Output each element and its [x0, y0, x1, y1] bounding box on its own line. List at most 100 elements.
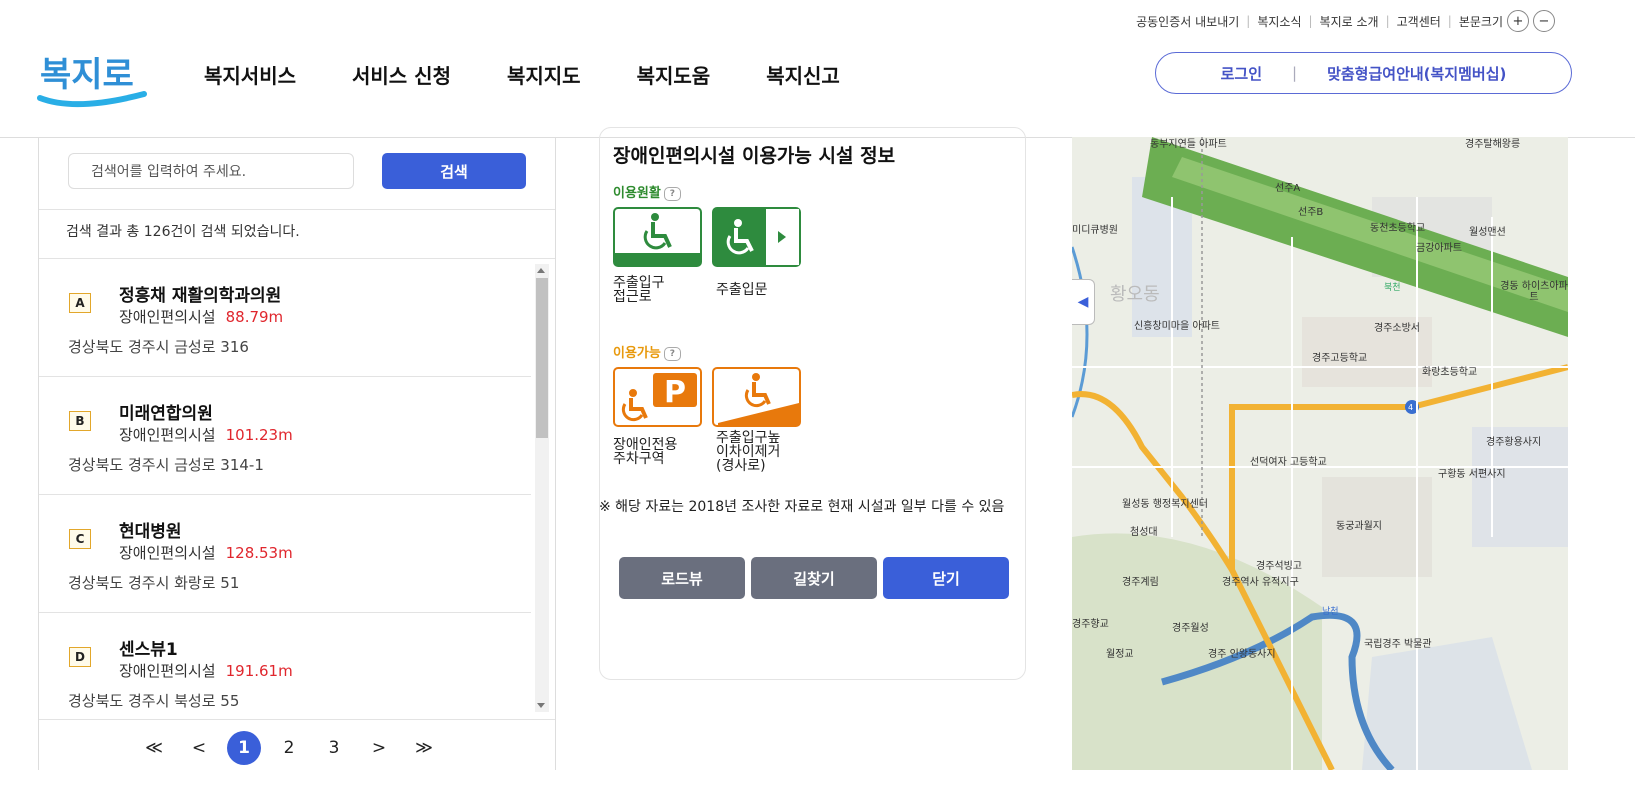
road-number-label: 4: [1408, 403, 1414, 412]
list-item[interactable]: D 센스뷰1 장애인편의시설 191.61m 경상북도 경주시 북성로 55: [39, 613, 531, 719]
roadview-button[interactable]: 로드뷰: [619, 557, 745, 599]
facility-name[interactable]: 정흥채 재활의학과의원: [119, 281, 281, 306]
divider: |: [1292, 64, 1298, 82]
facility-type-row: 장애인편의시설 101.23m: [119, 424, 293, 445]
map-label: 동궁과월지: [1336, 521, 1382, 532]
map-label: 경주소방서: [1374, 323, 1420, 334]
utility-bar: 공동인증서 내보내기 | 복지소식 | 복지로 소개 | 고객센터 | 본문크기…: [1136, 10, 1555, 32]
nav-welfare-services[interactable]: 복지서비스: [204, 60, 296, 89]
page-2-button[interactable]: 2: [272, 731, 306, 765]
result-count-text: 검색 결과 총 126건이 검색 되었습니다.: [66, 224, 300, 240]
list-item[interactable]: B 미래연합의원 장애인편의시설 101.23m 경상북도 경주시 금성로 314…: [39, 377, 531, 495]
search-button[interactable]: 검색: [382, 153, 526, 189]
list-item[interactable]: A 정흥채 재활의학과의원 장애인편의시설 88.79m 경상북도 경주시 금성로…: [39, 259, 531, 377]
login-membership-box: 로그인 | 맞춤형급여안내(복지멤버십): [1155, 52, 1572, 94]
icon-caption: 주출입구높 이차이제거 (경사로): [716, 430, 781, 474]
next-page-button[interactable]: >: [362, 731, 396, 765]
ramp-icon: [712, 367, 801, 427]
nav-welfare-report[interactable]: 복지신고: [766, 60, 840, 89]
facility-detail-panel: 장애인편의시설 이용가능 시설 정보 이용원활? 주출입구 접근로 주출입문 이용…: [555, 127, 1071, 770]
facility-type: 장애인편의시설: [119, 662, 216, 680]
map-label: 화랑초등학교: [1422, 367, 1478, 378]
map-label: 선주A: [1275, 183, 1301, 194]
map-label: 월성동 행정복지센터: [1122, 499, 1208, 510]
facility-type: 장애인편의시설: [119, 544, 216, 562]
map-label: 동부지연들 아파트: [1150, 139, 1227, 150]
accessible-parking-icon: P: [613, 367, 702, 427]
nav-service-application[interactable]: 서비스 신청: [352, 60, 451, 89]
facility-distance: 191.61m: [225, 662, 293, 680]
facility-address: 경상북도 경주시 화랑로 51: [68, 574, 240, 592]
map-label: 금강아파트: [1416, 243, 1462, 254]
map-label: 신흥창미마을 아파트: [1134, 321, 1220, 332]
map-label: 월정교: [1106, 649, 1134, 660]
icon-caption: 주출입문: [716, 282, 768, 298]
main-door-icon: [712, 207, 801, 267]
membership-link[interactable]: 맞춤형급여안내(복지멤버십): [1327, 63, 1506, 84]
facility-distance: 101.23m: [225, 426, 293, 444]
facility-distance: 128.53m: [225, 544, 293, 562]
search-results-panel: 검색어를 입력하여 주세요. 검색 검색 결과 총 126건이 검색 되었습니다…: [38, 137, 556, 770]
map-label: 경주계림: [1122, 577, 1159, 588]
divider: |: [1308, 14, 1313, 28]
map-label: 경동 하이츠아파트: [1500, 281, 1568, 303]
facility-name[interactable]: 현대병원: [119, 517, 182, 542]
facility-address: 경상북도 경주시 북성로 55: [68, 692, 240, 710]
map-marker-badge: D: [69, 647, 91, 667]
facility-distance: 88.79m: [225, 308, 284, 326]
available-label: 이용가능?: [613, 342, 681, 361]
map-marker-badge: A: [69, 293, 91, 313]
facility-name[interactable]: 센스뷰1: [119, 635, 178, 660]
text-size-decrease-button[interactable]: −: [1533, 10, 1555, 32]
help-icon[interactable]: ?: [663, 186, 681, 201]
map-label: 경주탈해왕릉: [1465, 139, 1521, 150]
utility-link-cert[interactable]: 공동인증서 내보내기: [1136, 13, 1239, 30]
divider: |: [1246, 14, 1251, 28]
map-label: 북천: [1384, 283, 1401, 293]
data-notice-text: ※ 해당 자료는 2018년 조사한 자료로 현재 시설과 일부 다를 수 있음: [599, 499, 1005, 515]
first-page-button[interactable]: ≪: [137, 731, 171, 765]
bokjiro-logo[interactable]: 복지로: [36, 50, 148, 116]
utility-link-news[interactable]: 복지소식: [1257, 13, 1301, 30]
nav-welfare-map[interactable]: 복지지도: [507, 60, 581, 89]
nav-welfare-help[interactable]: 복지도움: [637, 60, 711, 89]
directions-button[interactable]: 길찾기: [751, 557, 877, 599]
prev-page-button[interactable]: <: [182, 731, 216, 765]
last-page-button[interactable]: ≫: [407, 731, 441, 765]
facility-type: 장애인편의시설: [119, 426, 216, 444]
search-input[interactable]: 검색어를 입력하여 주세요.: [68, 153, 354, 189]
map-area-label: 황오동: [1110, 284, 1160, 305]
map-label: 첨성대: [1130, 527, 1158, 538]
entrance-approach-icon: [613, 207, 702, 267]
facility-type-row: 장애인편의시설 88.79m: [119, 306, 283, 327]
page-3-button[interactable]: 3: [317, 731, 351, 765]
scrollbar-thumb[interactable]: [536, 278, 548, 438]
list-item[interactable]: C 현대병원 장애인편의시설 128.53m 경상북도 경주시 화랑로 51: [39, 495, 531, 613]
utility-text-size-label: 본문크기: [1458, 14, 1503, 29]
facility-name[interactable]: 미래연합의원: [119, 399, 213, 424]
utility-link-about[interactable]: 복지로 소개: [1320, 13, 1379, 30]
login-link[interactable]: 로그인: [1221, 63, 1262, 84]
facility-type: 장애인편의시설: [119, 308, 216, 326]
map-label: 경주황용사지: [1486, 437, 1542, 448]
map-label: 경주역사 유적지구: [1222, 577, 1299, 588]
map-panel-toggle-button[interactable]: ◀: [1072, 279, 1095, 325]
map-label: 경주 인왕동사지: [1208, 649, 1276, 660]
scroll-down-icon[interactable]: [537, 703, 545, 708]
icon-caption: 장애인전용 주차구역: [613, 437, 678, 467]
map-view[interactable]: 동부지연들 아파트 경주탈해왕릉 선주A 선주B 동천초등학교 월성맨션 금강아…: [1072, 137, 1568, 770]
facility-type-row: 장애인편의시설 128.53m: [119, 542, 293, 563]
map-label: 남천: [1322, 607, 1339, 617]
page-1-button[interactable]: 1: [227, 731, 261, 765]
help-icon[interactable]: ?: [663, 346, 681, 361]
divider: |: [1385, 14, 1390, 28]
facility-address: 경상북도 경주시 금성로 316: [68, 338, 249, 356]
divider: [39, 209, 555, 210]
results-list: A 정흥채 재활의학과의원 장애인편의시설 88.79m 경상북도 경주시 금성로…: [39, 259, 531, 719]
close-button[interactable]: 닫기: [883, 557, 1009, 599]
text-size-increase-button[interactable]: +: [1507, 10, 1529, 32]
scroll-up-icon[interactable]: [537, 268, 545, 273]
utility-link-customer[interactable]: 고객센터: [1397, 13, 1441, 30]
map-label: 구황동 서편사지: [1438, 469, 1506, 480]
results-scrollbar[interactable]: [535, 264, 549, 712]
